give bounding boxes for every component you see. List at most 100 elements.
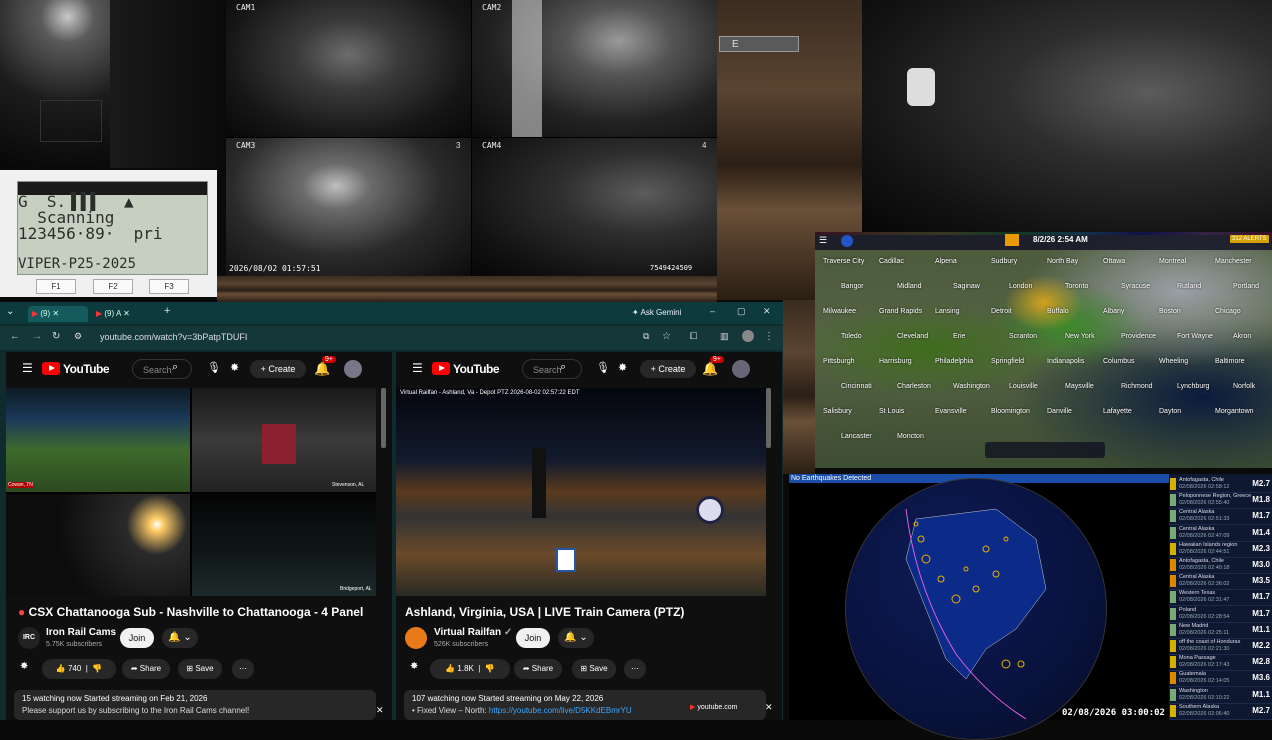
earthquake-list-item[interactable]: Hawaiian Islands region 02/08/2026 02:44:…: [1169, 541, 1272, 558]
like-icon[interactable]: 👍: [445, 664, 455, 673]
split-view-icon[interactable]: ▥: [720, 331, 729, 342]
earthquake-magnitude: M3.5: [1252, 576, 1270, 586]
tab-youtube-2[interactable]: ▶ (9) A ✕: [92, 306, 158, 322]
earthquake-list-item[interactable]: Central Alaska 02/08/2026 02:51:33 M1.7: [1169, 508, 1272, 526]
ask-gemini-button[interactable]: ✦ Ask Gemini: [632, 306, 690, 320]
hamburger-menu-icon[interactable]: ☰: [412, 361, 423, 375]
youtube-logo-icon[interactable]: [432, 362, 450, 375]
earthquake-list-item[interactable]: New Madrid 02/08/2026 02:25:11 M1.1: [1169, 622, 1272, 639]
radar-logo-icon[interactable]: [841, 235, 853, 247]
tab-list-icon[interactable]: ⌄: [6, 306, 14, 317]
earthquake-list-item[interactable]: off the coast of Honduras 02/08/2026 02:2…: [1169, 638, 1272, 655]
earthquake-list-item[interactable]: Central Alaska 02/08/2026 02:36:02 M3.5: [1169, 573, 1272, 591]
join-button[interactable]: Join: [120, 628, 154, 648]
search-input[interactable]: Search: [522, 359, 582, 379]
new-tab-button[interactable]: +: [164, 305, 170, 317]
youtube-logo-icon[interactable]: [42, 362, 60, 375]
install-app-icon[interactable]: ⧉: [643, 331, 649, 342]
tree-camera-feed: [862, 0, 1272, 232]
reaction-icon[interactable]: ✸: [20, 661, 28, 672]
back-button[interactable]: ←: [10, 331, 20, 342]
radar-timeline-controls[interactable]: [985, 442, 1105, 458]
earthquake-list-item[interactable]: Antofagasta, Chile 02/08/2026 02:40:18 M3.…: [1169, 557, 1272, 574]
profile-avatar[interactable]: [742, 330, 754, 342]
scanner-f3-button[interactable]: F3: [149, 279, 189, 294]
channel-avatar[interactable]: IRC: [18, 627, 40, 649]
maximize-button[interactable]: ▢: [737, 306, 746, 317]
youtube-logo-text[interactable]: YouTube: [453, 362, 500, 376]
extensions-icon[interactable]: ⧠: [690, 331, 697, 342]
close-panel-icon[interactable]: ✕: [376, 705, 384, 716]
like-count[interactable]: 1.8K: [457, 664, 473, 673]
create-button[interactable]: + Create: [250, 360, 306, 378]
save-button[interactable]: ⊞ Save: [178, 659, 222, 679]
radar-menu-icon[interactable]: ☰: [819, 235, 827, 246]
earthquake-list-item[interactable]: Central Alaska 02/08/2026 02:47:09 M1.4: [1169, 525, 1272, 542]
description-link[interactable]: https://youtube.com/live/D5KKdEBmrYU: [489, 706, 632, 715]
notifications-bell-icon[interactable]: 🔔: [314, 361, 330, 377]
hamburger-menu-icon[interactable]: ☰: [22, 361, 33, 375]
microphone-icon[interactable]: 🎙: [596, 361, 610, 374]
video-description[interactable]: 15 watching now Started streaming on Feb…: [14, 690, 376, 720]
account-avatar[interactable]: [344, 360, 362, 378]
radar-alert-icon[interactable]: [1005, 234, 1019, 246]
search-icon[interactable]: ⌕: [172, 361, 178, 374]
site-info-icon[interactable]: ⚙: [74, 331, 82, 342]
scanner-f2-button[interactable]: F2: [93, 279, 133, 294]
close-window-button[interactable]: ✕: [763, 306, 771, 317]
share-button[interactable]: ➦ Share: [122, 659, 170, 679]
video-player-left[interactable]: Cowan, TN Stevenson, AL Bridgeport, AL: [6, 388, 376, 596]
radar-alerts-badge[interactable]: 312 ALERTS: [1230, 235, 1269, 243]
earthquake-list-item[interactable]: Guatemala 02/08/2026 02:14:05 M3.6: [1169, 670, 1272, 688]
search-icon[interactable]: ⌕: [560, 361, 566, 374]
earthquake-list-item[interactable]: Washington 02/08/2026 02:10:22 M1.1: [1169, 687, 1272, 704]
url-field[interactable]: youtube.com/watch?v=3bPatpTDUFI: [100, 332, 247, 342]
dislike-icon[interactable]: 👎: [485, 664, 495, 673]
tab-youtube-1[interactable]: ▶ (9) ✕: [28, 306, 88, 322]
close-status-icon[interactable]: ✕: [765, 702, 773, 713]
earthquake-place: Guatemala: [1179, 671, 1206, 678]
subscribe-bell-button[interactable]: 🔔 ⌄: [162, 628, 198, 648]
scanner-f1-button[interactable]: F1: [36, 279, 76, 294]
reaction-icon[interactable]: ✸: [410, 661, 418, 672]
create-button[interactable]: + Create: [640, 360, 696, 378]
earthquake-list-item[interactable]: Southern Alaska 02/08/2026 02:06:40 M2.7: [1169, 703, 1272, 720]
earthquake-globe[interactable]: [845, 478, 1107, 740]
like-count[interactable]: 740: [68, 664, 81, 673]
page-scrollbar[interactable]: [766, 388, 771, 448]
reload-button[interactable]: ↻: [52, 331, 60, 342]
weather-radar-map[interactable]: ☰ 8/2/26 2:54 AM 312 ALERTS Traverse Cit…: [815, 232, 1272, 468]
channel-avatar[interactable]: [405, 627, 427, 649]
earthquake-list-item[interactable]: Poland 02/08/2026 02:28:54 M1.7: [1169, 606, 1272, 623]
youtube-logo-text[interactable]: YouTube: [63, 362, 110, 376]
bookmark-star-icon[interactable]: ☆: [662, 331, 671, 342]
save-button[interactable]: ⊞ Save: [572, 659, 616, 679]
search-input[interactable]: Search: [132, 359, 192, 379]
browser-menu-icon[interactable]: ⋮: [764, 331, 774, 342]
notifications-bell-icon[interactable]: 🔔: [702, 361, 718, 377]
channel-name[interactable]: Virtual Railfan ✓: [434, 627, 512, 638]
join-button[interactable]: Join: [516, 628, 550, 648]
channel-name[interactable]: Iron Rail Cams: [46, 627, 116, 638]
live-icon[interactable]: ✸: [618, 361, 627, 374]
forward-button[interactable]: →: [32, 331, 42, 342]
dislike-icon[interactable]: 👎: [92, 664, 102, 673]
tab-close-icon[interactable]: ✕: [123, 309, 130, 318]
share-button[interactable]: ➦ Share: [514, 659, 562, 679]
minimize-button[interactable]: –: [710, 306, 715, 316]
account-avatar[interactable]: [732, 360, 750, 378]
video-player-right[interactable]: Virtual Railfan - Ashland, Va - Depot PT…: [396, 388, 766, 596]
earthquake-list-item[interactable]: Antofagasta, Chile 02/08/2026 02:58:12 M2.…: [1169, 476, 1272, 493]
subscribe-bell-button[interactable]: 🔔 ⌄: [558, 628, 594, 648]
earthquake-event-list[interactable]: Antofagasta, Chile 02/08/2026 02:58:12 M2.…: [1169, 474, 1272, 720]
like-icon[interactable]: 👍: [56, 664, 66, 673]
more-actions-button[interactable]: ⋯: [624, 659, 646, 679]
earthquake-list-item[interactable]: Western Texas 02/08/2026 02:31:47 M1.7: [1169, 589, 1272, 607]
live-icon[interactable]: ✸: [230, 361, 239, 374]
page-scrollbar[interactable]: [381, 388, 386, 448]
earthquake-list-item[interactable]: Mona Passage 02/08/2026 02:17:43 M2.8: [1169, 654, 1272, 672]
microphone-icon[interactable]: 🎙: [207, 361, 221, 374]
earthquake-list-item[interactable]: Peloponnese Region, Greece 02/08/2026 02:…: [1169, 492, 1272, 510]
tab-close-icon[interactable]: ✕: [52, 309, 59, 318]
more-actions-button[interactable]: ⋯: [232, 659, 254, 679]
